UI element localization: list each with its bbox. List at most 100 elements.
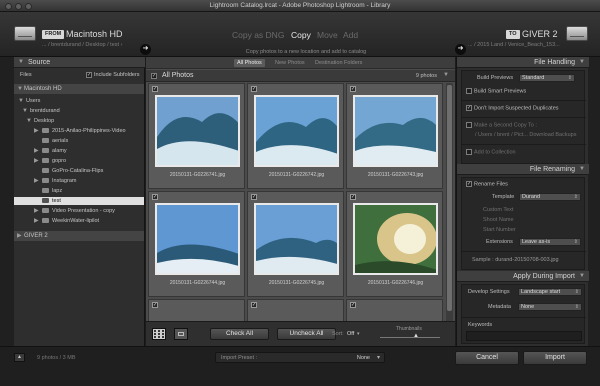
- apply-during-import-title: Apply During Import: [513, 273, 575, 280]
- destination-drive-icon: [566, 26, 588, 41]
- build-previews-dropdown[interactable]: Standard ⇕: [519, 74, 575, 82]
- drive-label: GIVER 2: [24, 233, 48, 239]
- photo-cell[interactable]: ✓ 20150131-G0226746.jpg: [346, 191, 443, 297]
- scrollbar-thumb[interactable]: [447, 85, 452, 311]
- photo-checkbox[interactable]: ✓: [350, 194, 356, 200]
- tree-item-folder[interactable]: aerials: [14, 137, 144, 145]
- view-tabs: All Photos New Photos Destination Folder…: [146, 57, 455, 69]
- loupe-view-icon[interactable]: [174, 328, 188, 340]
- photo-checkbox[interactable]: ✓: [350, 86, 356, 92]
- tab-all-photos[interactable]: All Photos: [234, 59, 265, 67]
- thumbnail-size-slider[interactable]: [380, 337, 440, 338]
- dropdown-arrow-icon: ⇕: [574, 289, 579, 295]
- tree-item-desktop[interactable]: ▼ Desktop: [14, 117, 144, 125]
- tree-item-label: 2015-Anilao-Philippines-Video: [52, 128, 126, 134]
- check-all-button[interactable]: Check All: [210, 328, 269, 340]
- cancel-button[interactable]: Cancel: [455, 351, 519, 365]
- metadata-value: None: [521, 304, 535, 310]
- source-name[interactable]: Macintosh HD: [66, 29, 123, 39]
- tree-item-folder[interactable]: lapz: [14, 187, 144, 195]
- dont-import-duplicates-option[interactable]: ✓ Don't Import Suspected Duplicates: [466, 105, 559, 111]
- file-renaming-header[interactable]: File Renaming ▼: [457, 164, 589, 175]
- photo-cell[interactable]: ✓ 20150131-G0226741.jpg: [148, 83, 245, 189]
- sort-dropdown-icon[interactable]: ▾: [357, 331, 360, 337]
- tree-item-folder[interactable]: ▶ 2015-Anilao-Philippines-Video: [14, 127, 144, 135]
- source-path[interactable]: ... / brentdurand / Desktop / test ›: [42, 42, 122, 48]
- source-panel-header[interactable]: ▼ Source: [14, 57, 145, 68]
- file-handling-header[interactable]: File Handling ▼: [457, 57, 589, 68]
- keywords-input[interactable]: [466, 331, 582, 341]
- start-number-label: Start Number: [483, 227, 516, 233]
- destination-path[interactable]: ... / 2015 Land / Venice_Beach_153...: [468, 42, 560, 48]
- photo-checkbox[interactable]: ✓: [251, 86, 257, 92]
- photo-checkbox[interactable]: ✓: [251, 194, 257, 200]
- photo-checkbox[interactable]: ✓: [152, 302, 158, 308]
- select-all-checkbox[interactable]: ✓: [151, 73, 157, 79]
- grid-view-icon[interactable]: [152, 328, 166, 340]
- photo-cell[interactable]: ✓ 20150131-G0226743.jpg: [346, 83, 443, 189]
- photo-checkbox[interactable]: ✓: [152, 194, 158, 200]
- photo-cell[interactable]: ✓ 20150131-G0226744.jpg: [148, 191, 245, 297]
- add-to-collection-option[interactable]: Add to Collection: [466, 149, 516, 155]
- collapse-triangle-icon: ▼: [18, 59, 24, 65]
- develop-settings-dropdown[interactable]: Landscape start ⇕: [518, 288, 582, 296]
- photo-cell[interactable]: ✓ 20150131-G0226742.jpg: [247, 83, 344, 189]
- checkbox-empty[interactable]: [466, 88, 472, 94]
- collapse-triangle-icon[interactable]: ▼: [443, 72, 449, 78]
- tree-item-folder[interactable]: ▶ Instagram: [14, 177, 144, 185]
- import-preset-dropdown[interactable]: Import Preset : None ▾: [215, 352, 385, 363]
- uncheck-all-button[interactable]: Uncheck All: [277, 328, 336, 340]
- tree-item-folder-selected[interactable]: test: [14, 197, 144, 205]
- tree-item-users[interactable]: ▼ Users: [14, 97, 144, 105]
- build-smart-previews-option[interactable]: Build Smart Previews: [466, 88, 526, 94]
- tree-item-folder[interactable]: ▶ WeekinWater-lipilot: [14, 217, 144, 225]
- metadata-dropdown[interactable]: None ⇕: [518, 303, 582, 311]
- folder-icon: [42, 178, 49, 184]
- mode-copy-as-dng[interactable]: Copy as DNG: [232, 30, 284, 40]
- source-arrow-icon: ➜: [140, 44, 151, 55]
- grid-scrollbar[interactable]: [446, 83, 453, 336]
- drive-macintosh-hd[interactable]: ▼ Macintosh HD: [14, 84, 144, 94]
- tree-item-brentdurand[interactable]: ▼ brentdurand: [14, 107, 144, 115]
- template-dropdown[interactable]: Durand ⇕: [519, 193, 581, 201]
- checkbox-empty[interactable]: [466, 122, 472, 128]
- include-subfolders-checkbox[interactable]: ✓ Include Subfolders: [86, 71, 140, 79]
- mode-move[interactable]: Move: [317, 30, 338, 40]
- tree-item-folder[interactable]: ▶ gopro: [14, 157, 144, 165]
- sort-value[interactable]: Off: [347, 331, 354, 337]
- slider-thumb-icon[interactable]: ▲: [413, 333, 419, 339]
- tab-new-photos[interactable]: New Photos: [272, 59, 308, 67]
- mode-add[interactable]: Add: [343, 30, 358, 40]
- files-row: Files ✓ Include Subfolders: [14, 71, 144, 79]
- collapse-panel-icon[interactable]: ▲: [14, 353, 25, 362]
- apply-during-import-header[interactable]: Apply During Import ▼: [457, 271, 589, 282]
- tree-item-folder[interactable]: GoPro-Catalina-Flips: [14, 167, 144, 175]
- import-footer: ▲ 9 photos / 3 MB Import Preset : None ▾…: [0, 346, 600, 386]
- drive-giver-2[interactable]: ▶ GIVER 2: [14, 231, 144, 241]
- rename-files-option[interactable]: ✓ Rename Files: [466, 181, 508, 187]
- rename-files-label: Rename Files: [474, 181, 508, 188]
- dropdown-arrow-icon: ⇕: [574, 304, 579, 310]
- tab-destination-folders[interactable]: Destination Folders: [312, 59, 365, 67]
- tree-item-folder[interactable]: ▶ alamy: [14, 147, 144, 155]
- import-button[interactable]: Import: [523, 351, 587, 365]
- checkbox-empty[interactable]: [466, 149, 472, 155]
- second-copy-path[interactable]: / Users / brent / Pict... Download Backu…: [475, 132, 577, 138]
- destination-name[interactable]: GIVER 2: [522, 29, 558, 39]
- expand-triangle-icon: ▼: [18, 98, 24, 104]
- shoot-name-label: Shoot Name: [483, 217, 514, 223]
- photo-checkbox[interactable]: ✓: [251, 302, 257, 308]
- to-tag: TO: [506, 30, 520, 39]
- tree-item-label: test: [52, 198, 61, 204]
- photo-cell[interactable]: ✓ 20150131-G0226745.jpg: [247, 191, 344, 297]
- extensions-dropdown[interactable]: Leave as-is ⇕: [519, 238, 581, 246]
- check-icon[interactable]: ✓: [466, 105, 472, 111]
- make-second-copy-option[interactable]: Make a Second Copy To :: [466, 122, 537, 128]
- window-title: Lightroom Catalog.lrcat - Adobe Photosho…: [209, 2, 391, 9]
- photo-checkbox[interactable]: ✓: [152, 86, 158, 92]
- tree-item-folder[interactable]: ▶ Video Presentation - copy: [14, 207, 144, 215]
- photo-checkbox[interactable]: ✓: [350, 302, 356, 308]
- mode-copy[interactable]: Copy: [291, 30, 311, 40]
- check-icon[interactable]: ✓: [466, 181, 472, 187]
- build-previews-label: Build Previews: [477, 75, 514, 81]
